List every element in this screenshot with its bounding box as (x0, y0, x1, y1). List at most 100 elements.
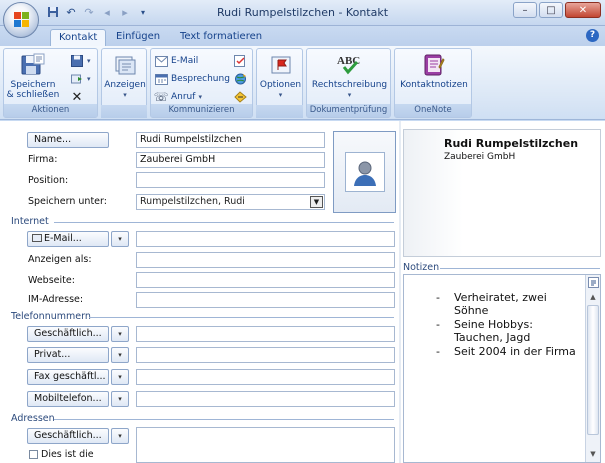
meeting-label: Besprechung (171, 74, 230, 84)
name-input[interactable]: Rudi Rumpelstilzchen (136, 132, 325, 148)
spelling-button[interactable]: ABC Rechtschreibung ▾ (309, 52, 390, 100)
notes-textarea[interactable]: Verheiratet, zwei Söhne Seine Hobbys: Ta… (403, 274, 601, 463)
contact-notes-label: Kontaktnotizen (400, 80, 468, 90)
spelling-icon: ABC (335, 52, 365, 78)
tab-kontakt[interactable]: Kontakt (50, 29, 107, 46)
phone-mobile-button[interactable]: Mobiltelefon... (27, 391, 109, 407)
contact-photo-button[interactable] (333, 131, 396, 213)
email-card-icon (32, 234, 42, 242)
options-button[interactable]: Optionen ▾ (259, 52, 302, 100)
group-label-aktionen: Aktionen (4, 104, 97, 117)
window-controls: – □ ✕ (513, 2, 601, 18)
im-address-label: IM-Adresse: (28, 294, 84, 305)
phone-business-dropdown[interactable]: ▾ (111, 326, 129, 342)
tab-einfuegen[interactable]: Einfügen (108, 29, 168, 46)
forward-icon (70, 73, 84, 86)
mailing-address-checkbox[interactable] (29, 450, 38, 459)
call-button[interactable]: ☏ Anruf ▾ (154, 89, 202, 105)
floppy-small-icon (70, 55, 84, 68)
position-label: Position: (28, 175, 69, 186)
map-button[interactable] (233, 89, 247, 105)
map-icon (233, 91, 247, 104)
address-divider (54, 419, 394, 420)
phone-fax-button[interactable]: Fax geschäftl... (27, 369, 109, 385)
business-card[interactable]: Rudi Rumpelstilzchen Zauberei GmbH (403, 129, 601, 257)
display-as-input[interactable] (136, 252, 395, 268)
assign-task-button[interactable] (233, 53, 247, 69)
group-label-dokumentpruefung: Dokumentprüfung (307, 104, 390, 117)
contact-photo-icon (344, 152, 385, 192)
display-as-label: Anzeigen als: (28, 254, 92, 265)
maximize-button[interactable]: □ (539, 2, 563, 18)
contact-notes-button[interactable]: Kontaktnotizen (397, 52, 471, 90)
ribbon: Speichern & schließen ▾ ▾ ✕ Aktionen Anz… (0, 46, 605, 120)
chevron-down-icon[interactable]: ▼ (310, 196, 323, 208)
phone-mobile-input[interactable] (136, 391, 395, 407)
ribbon-tabs: Kontakt Einfügen Text formatieren ? (0, 26, 605, 46)
group-dokumentpruefung: ABC Rechtschreibung ▾ Dokumentprüfung (306, 48, 391, 118)
web-button[interactable] (233, 71, 247, 87)
show-button[interactable]: Anzeigen ▾ (104, 52, 146, 100)
office-button[interactable] (3, 2, 39, 38)
address-business-label: Geschäftlich... (34, 430, 102, 441)
scrollbar-thumb[interactable] (587, 305, 599, 435)
phone-business-input[interactable] (136, 326, 395, 342)
scroll-up-icon[interactable] (587, 277, 599, 289)
card-name: Rudi Rumpelstilzchen (444, 137, 579, 150)
panel-divider (399, 121, 401, 463)
tab-text-formatieren[interactable]: Text formatieren (172, 29, 270, 46)
internet-divider (54, 222, 394, 223)
address-input[interactable] (136, 427, 395, 463)
help-icon[interactable]: ? (586, 29, 599, 42)
chevron-down-icon[interactable]: ▼ (587, 448, 599, 460)
phone-private-dropdown[interactable]: ▾ (111, 347, 129, 363)
website-input[interactable] (136, 272, 395, 288)
firma-label: Firma: (28, 154, 58, 165)
internet-section-title: Internet (11, 216, 49, 227)
flag-icon (266, 52, 296, 78)
email-ribbon-button[interactable]: E-Mail (154, 53, 198, 69)
phone-fax-dropdown[interactable]: ▾ (111, 369, 129, 385)
website-label: Webseite: (28, 275, 75, 286)
save-close-button[interactable]: Speichern & schließen (6, 52, 60, 100)
name-button[interactable]: Name... (27, 132, 109, 148)
firma-input[interactable]: Zauberei GmbH (136, 152, 325, 168)
meeting-button[interactable]: Besprechung (154, 71, 230, 87)
save-close-label-2: & schließen (6, 90, 60, 100)
phone-business-button[interactable]: Geschäftlich... (27, 326, 109, 342)
email-dropdown[interactable]: ▾ (111, 231, 129, 247)
phone-private-button[interactable]: Privat... (27, 347, 109, 363)
email-input[interactable] (136, 231, 395, 247)
position-input[interactable] (136, 172, 325, 188)
address-business-button[interactable]: Geschäftlich... (27, 428, 109, 444)
save-options-button[interactable]: ▾ (70, 53, 91, 69)
phone-private-input[interactable] (136, 347, 395, 363)
address-section-title: Adressen (11, 413, 55, 424)
chevron-up-icon[interactable]: ▲ (587, 291, 599, 303)
phone-mobile-label: Mobiltelefon... (34, 393, 102, 404)
save-as-select[interactable]: Rumpelstilzchen, Rudi ▼ (136, 194, 325, 210)
onenote-icon (419, 52, 449, 78)
show-label: Anzeigen (104, 80, 146, 90)
notes-item: Seit 2004 in der Firma (436, 345, 581, 358)
phone-mobile-dropdown[interactable]: ▾ (111, 391, 129, 407)
phone-icon: ☏ (153, 90, 169, 104)
save-close-icon (18, 52, 48, 78)
phone-private-label: Privat... (34, 349, 71, 360)
email-ribbon-label: E-Mail (171, 56, 199, 66)
im-address-input[interactable] (136, 292, 395, 308)
delete-button[interactable]: ✕ (70, 89, 84, 105)
office-logo-icon (14, 12, 30, 28)
card-company: Zauberei GmbH (444, 152, 516, 162)
email-button[interactable]: E-Mail... (27, 231, 109, 247)
phone-fax-input[interactable] (136, 369, 395, 385)
globe-icon (233, 73, 247, 86)
notes-scrollbar[interactable]: ▲ ▼ (585, 275, 600, 462)
email-icon (154, 55, 168, 68)
address-business-dropdown[interactable]: ▾ (111, 428, 129, 444)
notes-item: Seine Hobbys: Tauchen, Jagd (436, 318, 581, 344)
forward-button[interactable]: ▾ (70, 71, 91, 87)
options-label: Optionen (259, 80, 302, 90)
minimize-button[interactable]: – (513, 2, 537, 18)
close-button[interactable]: ✕ (565, 2, 601, 18)
